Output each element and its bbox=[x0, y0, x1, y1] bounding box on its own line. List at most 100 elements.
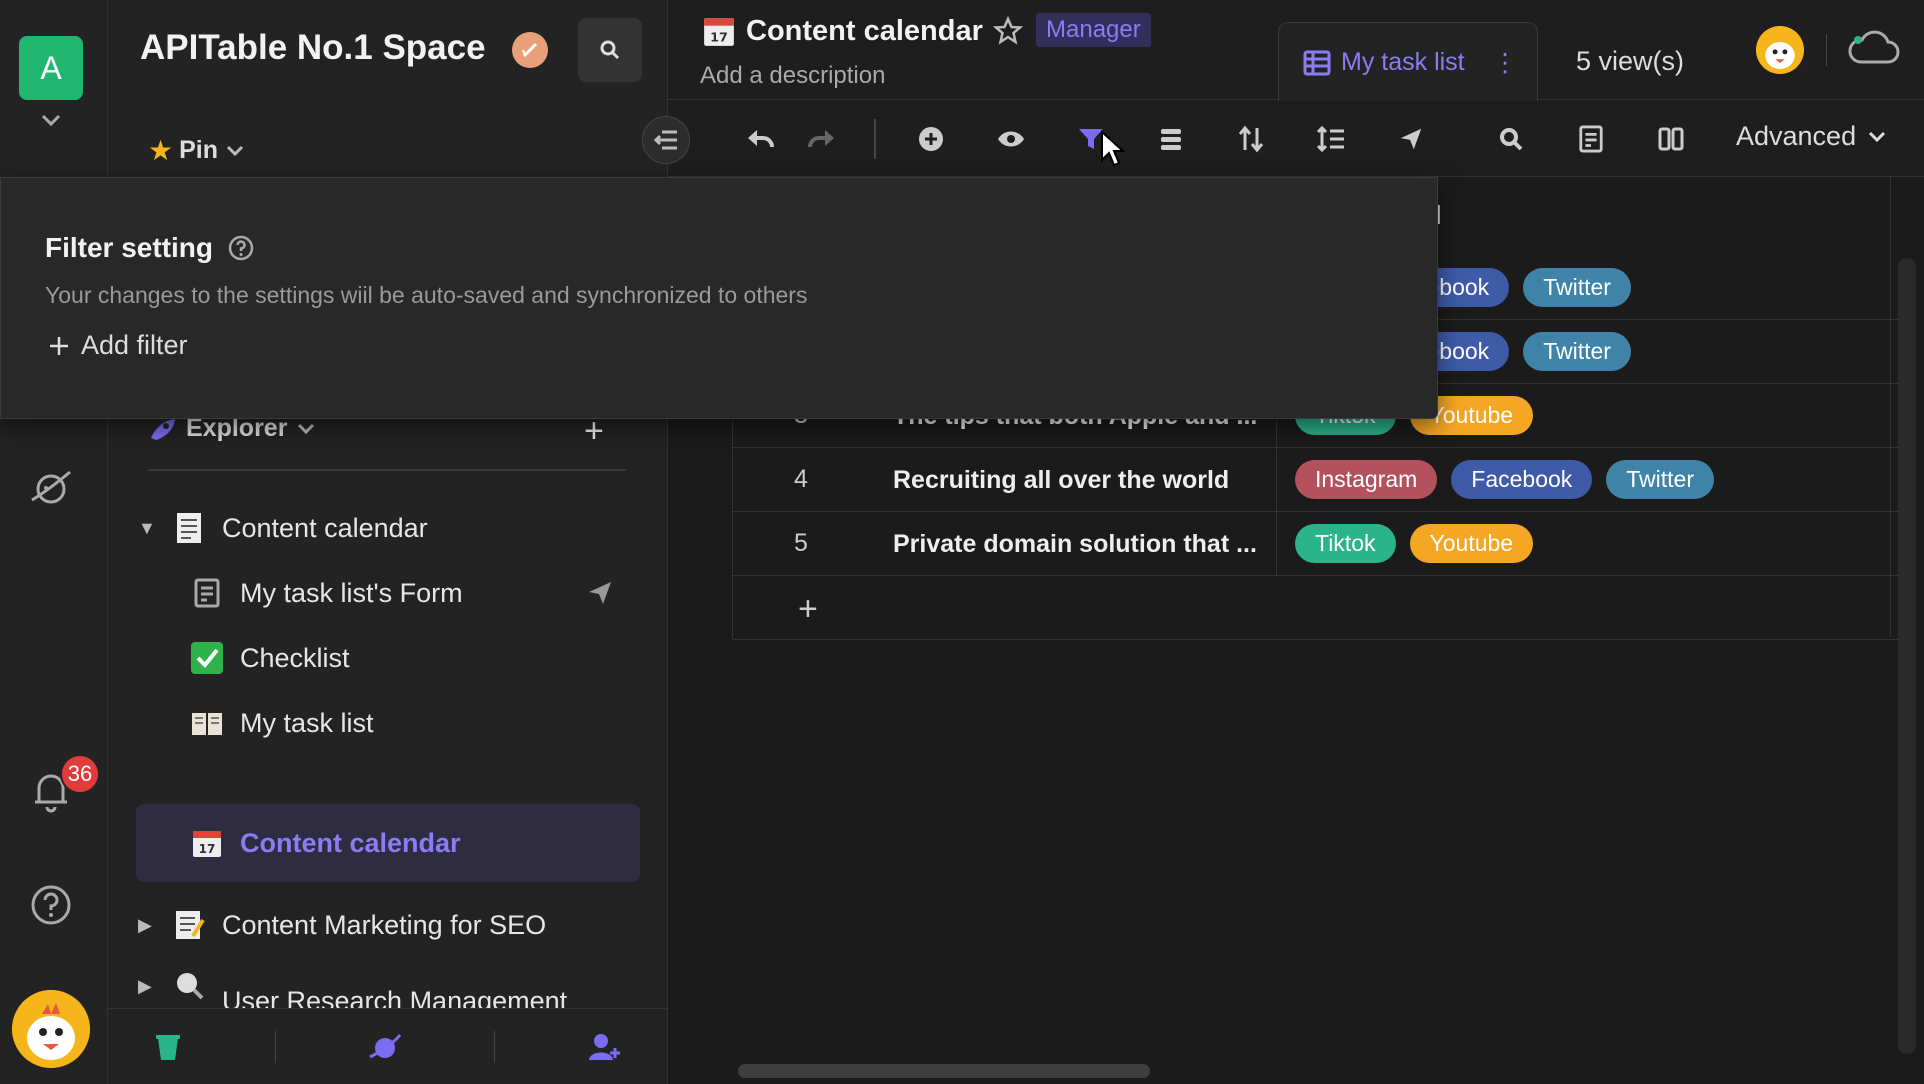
advanced-menu[interactable]: Advanced bbox=[1736, 121, 1888, 152]
description[interactable]: Add a description bbox=[700, 62, 885, 90]
add-row-area[interactable] bbox=[733, 576, 1901, 640]
planet-icon[interactable] bbox=[368, 1031, 402, 1063]
vertical-scrollbar[interactable] bbox=[1898, 258, 1916, 1054]
tree-node-content-marketing[interactable]: ▶ Content Marketing for SEO bbox=[108, 886, 668, 964]
filter-hint: Your changes to the settings wiil be aut… bbox=[45, 282, 808, 308]
cloud-sync-icon[interactable] bbox=[1846, 28, 1902, 68]
undo-icon[interactable] bbox=[740, 119, 780, 159]
tree-node-label: User Research Management bbox=[222, 986, 568, 1008]
divider bbox=[874, 119, 876, 159]
datasheet-header: 17 Content calendar Manager Add a descri… bbox=[668, 0, 1924, 102]
tree-node-my-task-list[interactable]: My task list bbox=[108, 684, 668, 762]
tag-twitter: Twitter bbox=[1523, 332, 1631, 371]
divider bbox=[1826, 34, 1827, 66]
tag-instagram: Instagram bbox=[1295, 460, 1438, 499]
chevron-down-icon[interactable] bbox=[38, 110, 64, 130]
tag-youtube: Youtube bbox=[1409, 524, 1534, 563]
mouse-cursor-icon bbox=[1101, 130, 1126, 167]
star-outline-icon[interactable] bbox=[992, 16, 1023, 46]
divider bbox=[148, 469, 626, 471]
space-avatar[interactable]: A bbox=[19, 36, 83, 100]
tab-label: My task list bbox=[1341, 48, 1465, 76]
row-number: 4 bbox=[794, 465, 808, 493]
add-row-icon[interactable]: + bbox=[798, 590, 818, 629]
share-icon[interactable] bbox=[1391, 119, 1431, 159]
role-badge: Manager bbox=[1036, 13, 1151, 47]
tab-my-task-list[interactable]: My task list ⋮ bbox=[1278, 22, 1538, 102]
row-number: 5 bbox=[794, 529, 808, 557]
memo-icon bbox=[170, 908, 208, 942]
check-box-icon bbox=[188, 641, 226, 675]
add-record-icon[interactable] bbox=[911, 119, 951, 159]
calendar-icon: 17 bbox=[704, 18, 734, 46]
pin-section[interactable]: ★ Pin bbox=[148, 134, 246, 167]
tree-node-label: Content calendar bbox=[240, 827, 461, 858]
filter-title: Filter setting bbox=[45, 232, 255, 264]
trash-icon[interactable] bbox=[154, 1032, 182, 1062]
tree-node-label: My task list's Form bbox=[240, 577, 463, 608]
tag-facebook: Facebook bbox=[1451, 460, 1593, 499]
add-filter-button[interactable]: Add filter bbox=[47, 330, 188, 361]
calendar-icon: 17 bbox=[188, 826, 226, 860]
row-height-icon[interactable] bbox=[1311, 119, 1351, 159]
collaborator-avatar[interactable] bbox=[1756, 26, 1804, 74]
tree-node-label: Checklist bbox=[240, 642, 350, 673]
collapse-sidebar-button[interactable] bbox=[642, 116, 690, 164]
divider bbox=[274, 1030, 276, 1063]
planet-icon[interactable] bbox=[26, 462, 76, 512]
row-title[interactable]: Private domain solution that ... bbox=[869, 511, 1277, 576]
row-title[interactable]: Recruiting all over the world bbox=[869, 447, 1277, 512]
tag-tiktok: Tiktok bbox=[1295, 524, 1396, 563]
collapse-icon bbox=[653, 130, 677, 150]
tree-node-content-calendar-active[interactable]: 17 Content calendar bbox=[136, 804, 640, 882]
widget-panel-icon[interactable] bbox=[1651, 119, 1691, 159]
tag-cell[interactable]: Tiktok Youtube bbox=[1277, 524, 1534, 563]
caret-right-icon[interactable]: ▶ bbox=[138, 915, 158, 936]
search-icon[interactable] bbox=[1491, 119, 1531, 159]
help-icon[interactable] bbox=[227, 234, 255, 262]
tag-twitter: Twitter bbox=[1606, 460, 1715, 499]
sort-icon[interactable] bbox=[1231, 119, 1271, 159]
user-avatar[interactable] bbox=[12, 990, 90, 1068]
sidebar: APITable No.1 Space ★ Pin Explorer + ▼ C… bbox=[108, 0, 668, 1084]
left-rail: A 36 bbox=[0, 0, 108, 1084]
filter-title-text: Filter setting bbox=[45, 232, 214, 263]
tree-node-label: Content Marketing for SEO bbox=[222, 909, 547, 940]
help-icon[interactable] bbox=[26, 880, 76, 930]
view-toolbar: Advanced bbox=[668, 101, 1924, 177]
tree-node-user-research[interactable]: ▶ User Research Management bbox=[108, 964, 668, 1008]
tag-twitter: Twitter bbox=[1523, 268, 1631, 307]
search-button[interactable] bbox=[578, 18, 642, 82]
rocket-icon bbox=[151, 418, 175, 440]
redo-icon[interactable] bbox=[802, 119, 842, 159]
share-icon[interactable] bbox=[586, 579, 614, 607]
divider bbox=[1890, 177, 1891, 637]
caret-down-icon[interactable]: ▼ bbox=[138, 518, 158, 539]
horizontal-scrollbar[interactable] bbox=[738, 1064, 1150, 1078]
filter-settings-popup: Filter setting Your changes to the setti… bbox=[0, 177, 1438, 419]
pin-label: Pin bbox=[179, 136, 219, 164]
space-edit-icon[interactable] bbox=[512, 32, 548, 68]
star-icon: ★ bbox=[148, 135, 174, 166]
form-icon[interactable] bbox=[1571, 119, 1611, 159]
datasheet-title[interactable]: 17 Content calendar bbox=[702, 14, 1023, 48]
form-icon bbox=[188, 576, 226, 610]
sidebar-footer bbox=[108, 1008, 668, 1084]
tag-cell[interactable]: Instagram Facebook Twitter bbox=[1277, 460, 1715, 499]
advanced-label: Advanced bbox=[1736, 121, 1857, 151]
space-name[interactable]: APITable No.1 Space bbox=[140, 28, 486, 68]
views-count[interactable]: 5 view(s) bbox=[1576, 46, 1684, 77]
table-row[interactable]: 4 Recruiting all over the world Instagra… bbox=[733, 447, 1901, 512]
search-icon bbox=[600, 40, 620, 60]
chevron-down-icon bbox=[298, 423, 315, 434]
plus-icon bbox=[50, 336, 68, 355]
hide-fields-icon[interactable] bbox=[991, 119, 1031, 159]
table-row[interactable]: 5 Private domain solution that ... Tikto… bbox=[733, 511, 1901, 576]
group-icon[interactable] bbox=[1151, 119, 1191, 159]
invite-member-icon[interactable] bbox=[588, 1032, 622, 1062]
caret-right-icon[interactable]: ▶ bbox=[138, 976, 158, 997]
more-vertical-icon[interactable]: ⋮ bbox=[1493, 48, 1518, 78]
svg-text:17: 17 bbox=[199, 842, 216, 856]
svg-text:17: 17 bbox=[710, 31, 728, 46]
chevron-down-icon bbox=[1869, 131, 1886, 142]
